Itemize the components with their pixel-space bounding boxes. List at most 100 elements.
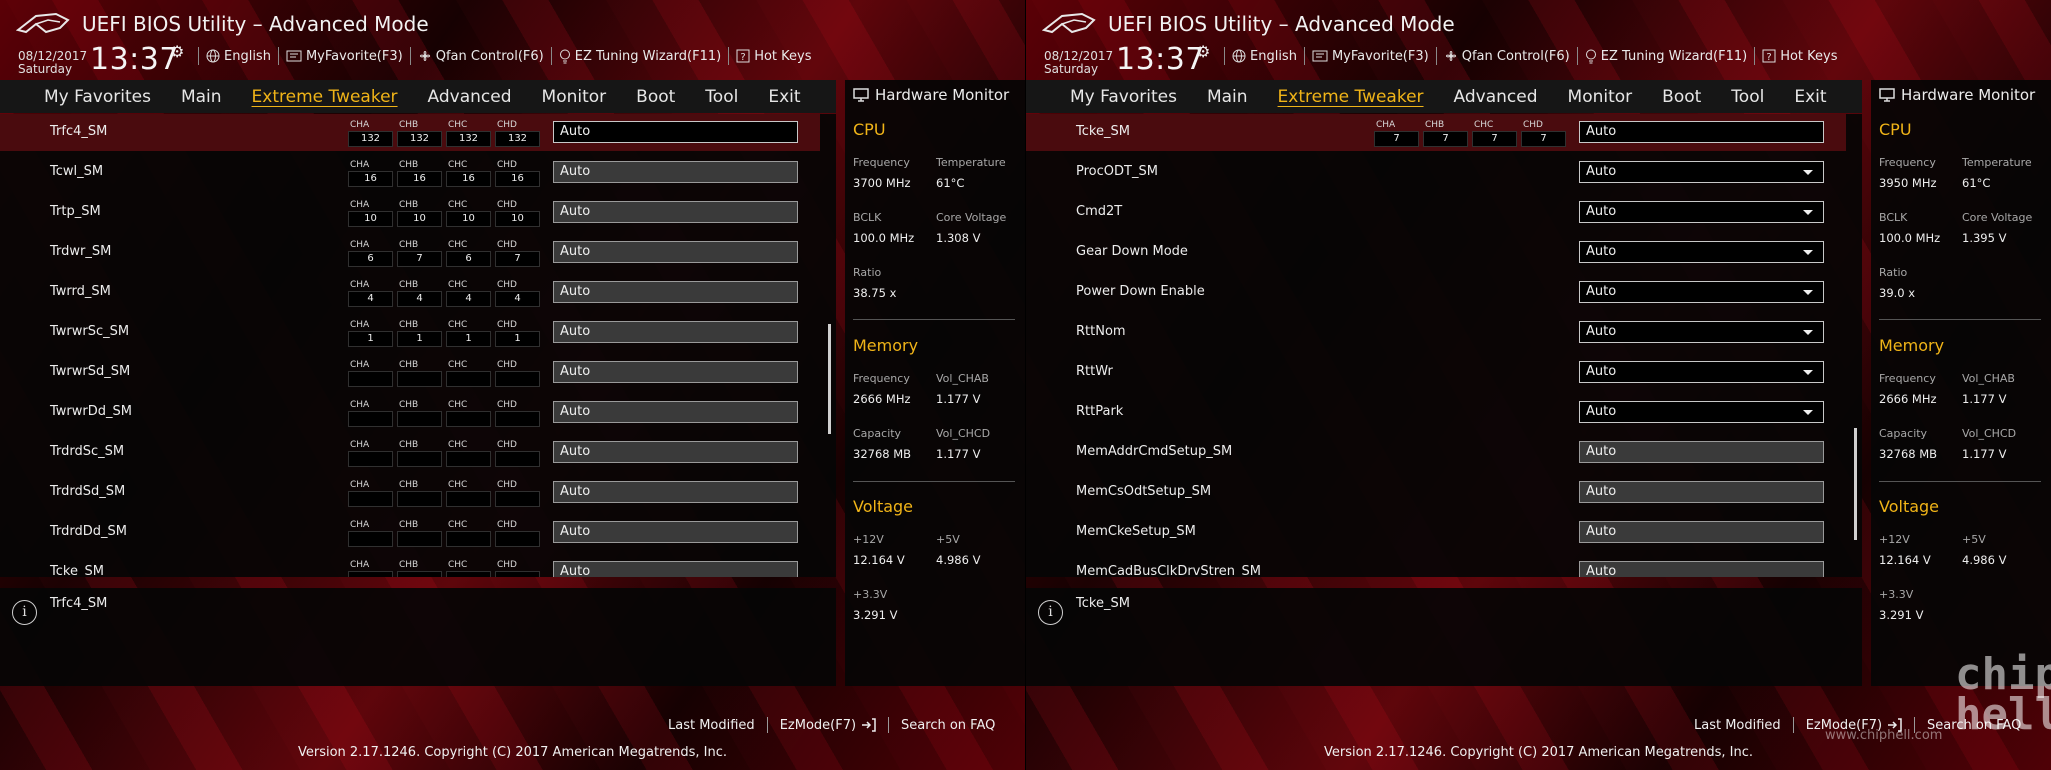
setting-value-input[interactable]: Auto [553,201,798,223]
tab-exit[interactable]: Exit [1794,87,1826,107]
hotkeys-label: Hot Keys [754,48,812,64]
setting-row[interactable]: Trfc4_SM CHA 132 CHB 132 CHC 132 CHD 132 Auto [0,114,820,151]
app-title: UEFI BIOS Utility – Advanced Mode [1108,12,1455,36]
tab-advanced[interactable]: Advanced [428,87,512,107]
tab-boot[interactable]: Boot [1662,87,1701,107]
tab-my-favorites[interactable]: My Favorites [44,87,151,107]
setting-value-input[interactable]: Auto [553,561,798,577]
setting-row[interactable]: MemCsOdtSetup_SM Auto [1026,473,1846,511]
memory-vol-chcd: 1.177 V [1962,447,2007,461]
setting-dropdown[interactable]: Auto [1579,161,1824,183]
tab-tool[interactable]: Tool [705,87,738,107]
tab-advanced[interactable]: Advanced [1454,87,1538,107]
tab-extreme-tweaker[interactable]: Extreme Tweaker [252,87,398,107]
gear-icon[interactable]: ⚙ [1196,42,1210,61]
tab-exit[interactable]: Exit [768,87,800,107]
setting-dropdown[interactable]: Auto [1579,281,1824,303]
setting-row[interactable]: Power Down Enable Auto [1026,273,1846,311]
tab-main[interactable]: Main [181,87,222,107]
setting-row[interactable]: TwrwrSc_SM CHA 1 CHB 1 CHC 1 CHD 1 Auto [0,313,820,351]
tab-main[interactable]: Main [1207,87,1248,107]
channel-field: CHA [348,400,393,427]
gear-icon[interactable]: ⚙ [170,42,184,61]
setting-value-input[interactable]: Auto [1579,441,1824,463]
setting-row[interactable]: Tcke_SM CHA CHB CHC CHD Auto [0,553,820,577]
channel-name: CHA [1376,120,1396,130]
setting-dropdown[interactable]: Auto [1579,321,1824,343]
setting-row[interactable]: TrdrdDd_SM CHA CHB CHC CHD Auto [0,513,820,551]
setting-value-input[interactable]: Auto [1579,121,1824,143]
hotkeys-button[interactable]: ? Hot Keys [728,47,818,65]
setting-value-input[interactable]: Auto [553,321,798,343]
setting-value-input[interactable]: Auto [553,121,798,143]
setting-value-input[interactable]: Auto [1579,521,1824,543]
setting-row[interactable]: MemCkeSetup_SM Auto [1026,513,1846,551]
setting-value-input[interactable]: Auto [553,441,798,463]
setting-dropdown[interactable]: Auto [1579,201,1824,223]
setting-row[interactable]: TwrwrSd_SM CHA CHB CHC CHD Auto [0,353,820,391]
setting-row[interactable]: TrdrdSd_SM CHA CHB CHC CHD Auto [0,473,820,511]
setting-value-input[interactable]: Auto [553,401,798,423]
language-label: English [1250,48,1297,64]
setting-row[interactable]: MemCadBusClkDrvStren_SM Auto [1026,553,1846,577]
setting-row[interactable]: TrdrdSc_SM CHA CHB CHC CHD Auto [0,433,820,471]
setting-value-input[interactable]: Auto [553,521,798,543]
ez-tuning-button[interactable]: EZ Tuning Wizard(F11) [1576,47,1754,65]
tab-monitor[interactable]: Monitor [1568,87,1633,107]
setting-value-input[interactable]: Auto [553,281,798,303]
channel-field: CHA 6 [348,240,393,267]
qfan-button[interactable]: Qfan Control(F6) [409,47,551,65]
last-modified-button[interactable]: Last Modified [1682,718,1793,733]
language-button[interactable]: English [198,47,278,65]
tab-tool[interactable]: Tool [1731,87,1764,107]
last-modified-button[interactable]: Last Modified [656,718,767,733]
setting-row[interactable]: RttWr Auto [1026,353,1846,391]
top-toolbar: English MyFavorite(F3) Qfan Control(F6) … [198,47,819,65]
setting-row[interactable]: Trdwr_SM CHA 6 CHB 7 CHC 6 CHD 7 Auto [0,233,820,271]
tab-monitor[interactable]: Monitor [542,87,607,107]
setting-label: TwrwrSd_SM [50,364,131,379]
ez-tuning-button[interactable]: EZ Tuning Wizard(F11) [550,47,728,65]
setting-dropdown[interactable]: Auto [1579,241,1824,263]
setting-row[interactable]: Tcwl_SM CHA 16 CHB 16 CHC 16 CHD 16 Auto [0,153,820,191]
hw-label: +5V [1962,533,1986,546]
myfavorite-button[interactable]: MyFavorite(F3) [1303,47,1436,65]
setting-value-input[interactable]: Auto [1579,561,1824,577]
memory-capacity: 32768 MB [853,447,912,461]
setting-value-input[interactable]: Auto [553,161,798,183]
watermark-logo: chip hell [1955,649,2051,740]
setting-dropdown[interactable]: Auto [1579,401,1824,423]
hotkeys-button[interactable]: ? Hot Keys [1754,47,1844,65]
tab-my-favorites[interactable]: My Favorites [1070,87,1177,107]
channel-field: CHC [446,400,491,427]
ez-tuning-label: EZ Tuning Wizard(F11) [574,48,722,64]
scrollbar[interactable] [1854,428,1857,540]
setting-row[interactable]: Gear Down Mode Auto [1026,233,1846,271]
tab-extreme-tweaker[interactable]: Extreme Tweaker [1278,87,1424,107]
qfan-button[interactable]: Qfan Control(F6) [1435,47,1577,65]
setting-row[interactable]: Trtp_SM CHA 10 CHB 10 CHC 10 CHD 10 Auto [0,193,820,231]
setting-value-input[interactable]: Auto [553,241,798,263]
setting-value-input[interactable]: Auto [553,481,798,503]
setting-row[interactable]: Twrrd_SM CHA 4 CHB 4 CHC 4 CHD 4 Auto [0,273,820,311]
setting-row[interactable]: Cmd2T Auto [1026,193,1846,231]
channel-field: CHA 1 [348,320,393,347]
channel-field: CHC 6 [446,240,491,267]
setting-row[interactable]: RttPark Auto [1026,393,1846,431]
setting-row[interactable]: Tcke_SM CHA 7 CHB 7 CHC 7 CHD 7 Auto [1026,114,1846,151]
setting-row[interactable]: TwrwrDd_SM CHA CHB CHC CHD Auto [0,393,820,431]
setting-row[interactable]: RttNom Auto [1026,313,1846,351]
setting-dropdown[interactable]: Auto [1579,361,1824,383]
ezmode-button[interactable]: EzMode(F7) [768,718,888,733]
search-faq-button[interactable]: Search on FAQ [889,718,1007,733]
setting-value-input[interactable]: Auto [1579,481,1824,503]
setting-row[interactable]: MemAddrCmdSetup_SM Auto [1026,433,1846,471]
language-button[interactable]: English [1224,47,1304,65]
channel-value: 132 [348,131,393,147]
scrollbar[interactable] [828,324,831,434]
setting-row[interactable]: ProcODT_SM Auto [1026,153,1846,191]
setting-value-input[interactable]: Auto [553,361,798,383]
tab-boot[interactable]: Boot [636,87,675,107]
myfavorite-button[interactable]: MyFavorite(F3) [277,47,410,65]
top-toolbar: English MyFavorite(F3) Qfan Control(F6) … [1224,47,1845,65]
